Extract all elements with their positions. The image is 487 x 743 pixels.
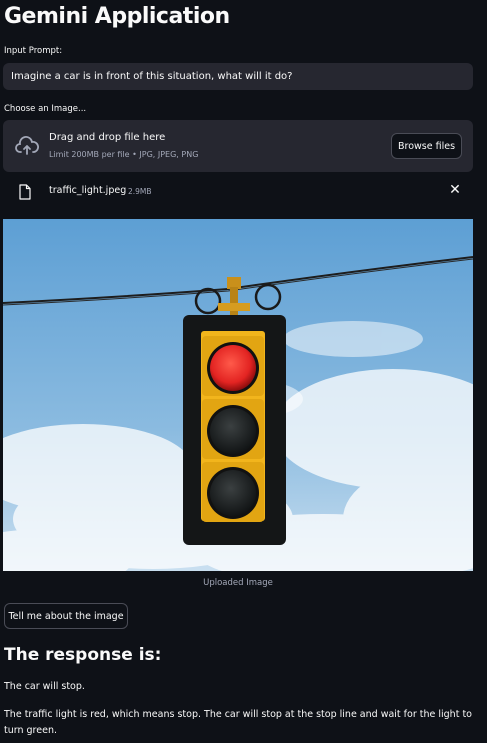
- dropzone-limits: Limit 200MB per file • JPG, JPEG, PNG: [49, 150, 199, 159]
- cloud-upload-icon: [15, 136, 39, 155]
- file-size: 2.9MB: [128, 187, 152, 196]
- image-caption: Uploaded Image: [203, 578, 273, 588]
- uploader-label: Choose an Image...: [4, 104, 87, 114]
- uploaded-image: [3, 219, 473, 571]
- browse-files-button[interactable]: Browse files: [391, 133, 462, 159]
- prompt-input[interactable]: Imagine a car is in front of this situat…: [3, 63, 473, 90]
- traffic-light-photo: [3, 219, 473, 571]
- response-paragraph: The traffic light is red, which means st…: [4, 709, 472, 736]
- prompt-input-value: Imagine a car is in front of this situat…: [11, 71, 293, 82]
- dropzone-instructions: Drag and drop file here: [49, 132, 166, 143]
- describe-image-button[interactable]: Tell me about the image: [4, 603, 128, 629]
- file-dropzone[interactable]: Drag and drop file here Limit 200MB per …: [3, 120, 473, 172]
- file-icon: [19, 184, 31, 200]
- uploaded-file-row: traffic_light.jpeg 2.9MB ✕: [3, 180, 473, 204]
- response-heading: The response is:: [4, 645, 162, 665]
- response-paragraph: The car will stop.: [4, 681, 85, 692]
- remove-file-button[interactable]: ✕: [447, 182, 463, 200]
- close-icon: ✕: [449, 182, 461, 198]
- file-name: traffic_light.jpeg: [49, 185, 127, 196]
- page-title: Gemini Application: [4, 4, 230, 29]
- prompt-label: Input Prompt:: [4, 46, 63, 56]
